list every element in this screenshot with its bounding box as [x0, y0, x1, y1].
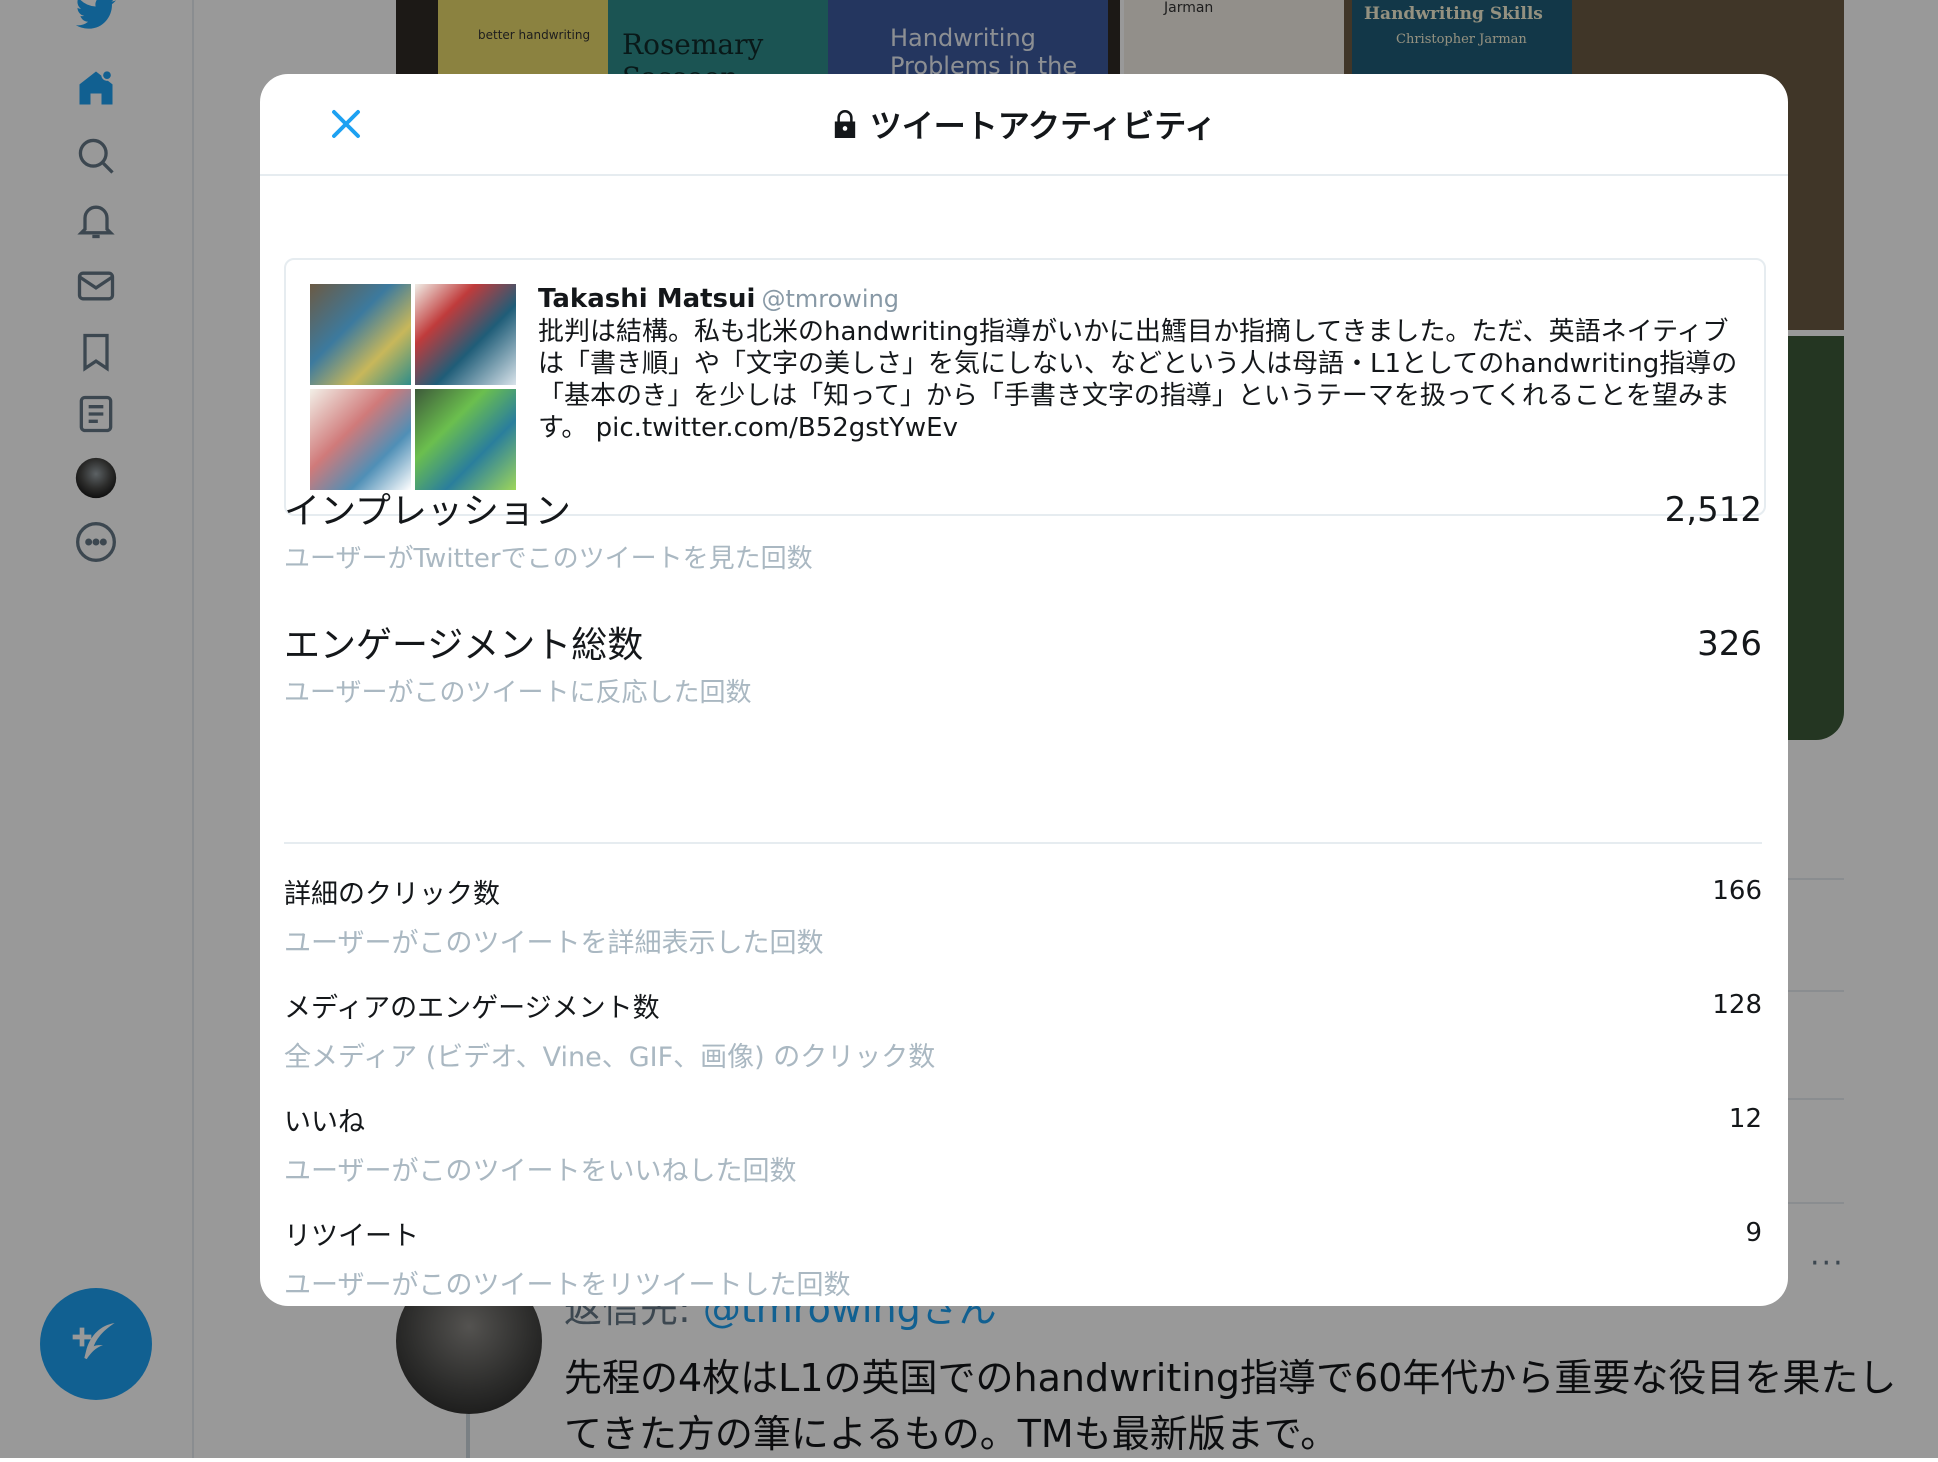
metric-media-engagements: メディアのエンゲージメント数 全メディア (ビデオ、Vine、GIF、画像) の…	[284, 986, 1762, 1074]
metric-description: 全メディア (ビデオ、Vine、GIF、画像) のクリック数	[284, 1042, 936, 1073]
tweet-text: 批判は結構。私も北米のhandwriting指導がいかに出鱈目か指摘してきました…	[538, 317, 1738, 443]
metric-retweets: リツイート ユーザーがこのツイートをリツイートした回数 9	[284, 1214, 1762, 1302]
metric-value: 12	[1728, 1104, 1762, 1134]
modal-title: ツイートアクティビティ	[260, 74, 1788, 174]
metric-value: 166	[1712, 876, 1762, 906]
metric-description: ユーザーがTwitterでこのツイートを見た回数	[284, 544, 813, 574]
author-name: Takashi Matsui	[538, 284, 756, 314]
metric-impressions: インプレッション ユーザーがTwitterでこのツイートを見た回数 2,512	[284, 482, 1762, 575]
tweet-author: Takashi Matsui @tmrowing	[538, 284, 1738, 314]
metric-value: 2,512	[1664, 490, 1762, 530]
divider	[284, 842, 1762, 844]
lock-icon	[832, 110, 858, 138]
author-handle: @tmrowing	[761, 285, 900, 313]
metric-description: ユーザーがこのツイートに反応した回数	[284, 678, 752, 708]
metric-description: ユーザーがこのツイートを詳細表示した回数	[284, 928, 824, 959]
tweet-preview-card[interactable]: Takashi Matsui @tmrowing 批判は結構。私も北米のhandw…	[284, 258, 1766, 516]
metric-label: インプレッション	[284, 491, 571, 532]
metric-label: いいね	[284, 1107, 365, 1138]
metric-label: メディアのエンゲージメント数	[284, 993, 660, 1024]
metric-likes: いいね ユーザーがこのツイートをいいねした回数 12	[284, 1100, 1762, 1188]
metric-value: 9	[1745, 1218, 1762, 1248]
tweet-activity-modal: ツイートアクティビティ Takashi Matsui @tmrowing 批判は結…	[260, 74, 1788, 1306]
metric-label: エンゲージメント総数	[284, 625, 644, 666]
metric-description: ユーザーがこのツイートをいいねした回数	[284, 1156, 797, 1187]
modal-title-text: ツイートアクティビティ	[869, 107, 1217, 145]
media-thumbnail[interactable]	[415, 284, 516, 385]
metric-value: 326	[1697, 624, 1762, 664]
media-thumbnail[interactable]	[310, 389, 411, 490]
close-button[interactable]	[324, 102, 368, 146]
metric-value: 128	[1712, 990, 1762, 1020]
tweet-body: Takashi Matsui @tmrowing 批判は結構。私も北米のhandw…	[538, 284, 1738, 444]
media-thumbnail[interactable]	[310, 284, 411, 385]
media-thumbnail[interactable]	[415, 389, 516, 490]
metric-label: 詳細のクリック数	[284, 879, 500, 910]
tweet-media-grid[interactable]	[310, 284, 516, 490]
close-icon	[332, 110, 360, 138]
metric-description: ユーザーがこのツイートをリツイートした回数	[284, 1270, 851, 1301]
metric-label: リツイート	[284, 1221, 419, 1252]
metric-total-engagements: エンゲージメント総数 ユーザーがこのツイートに反応した回数 326	[284, 616, 1762, 709]
metric-detail-expands: 詳細のクリック数 ユーザーがこのツイートを詳細表示した回数 166	[284, 872, 1762, 960]
modal-header: ツイートアクティビティ	[260, 74, 1788, 176]
